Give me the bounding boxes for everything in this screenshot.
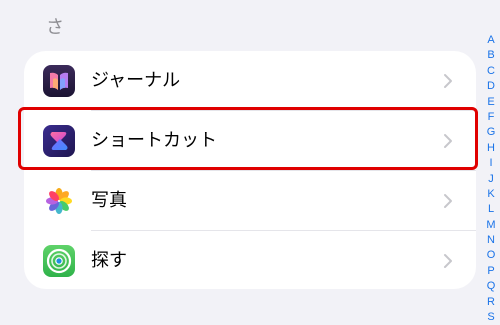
index-letter[interactable]: P [487,264,494,279]
index-letter[interactable]: O [487,248,496,263]
index-letter[interactable]: S [487,310,494,325]
find-my-app-icon [43,245,75,277]
alphabet-index[interactable]: ABCDEFGHIJKLMNOPQRS [484,33,498,325]
index-letter[interactable]: C [487,64,495,79]
journal-app-icon [43,65,75,97]
list-item-shortcuts[interactable]: ショートカット [24,111,476,171]
index-letter[interactable]: E [487,95,494,110]
index-letter[interactable]: A [487,33,494,48]
app-list-card: ジャーナル ショートカット 写真 探す [24,51,476,289]
shortcuts-app-icon [43,125,75,157]
chevron-right-icon [442,193,454,209]
index-letter[interactable]: L [488,202,494,217]
index-letter[interactable]: J [488,172,494,187]
index-letter[interactable]: D [487,79,495,94]
index-letter[interactable]: N [487,233,495,248]
index-letter[interactable]: I [489,156,492,171]
list-item-label: 写真 [91,190,127,211]
list-item-journal[interactable]: ジャーナル [24,51,476,111]
index-letter[interactable]: R [487,295,495,310]
chevron-right-icon [442,73,454,89]
index-letter[interactable]: Q [487,279,496,294]
section-header: さ [46,17,64,38]
chevron-right-icon [442,133,454,149]
chevron-right-icon [442,253,454,269]
photos-app-icon [43,185,75,217]
index-letter[interactable]: B [487,48,494,63]
list-item-photos[interactable]: 写真 [24,171,476,231]
list-item-find-my[interactable]: 探す [24,231,476,289]
index-letter[interactable]: H [487,141,495,156]
list-item-label: 探す [91,250,127,271]
index-letter[interactable]: G [487,125,496,140]
list-item-label: ジャーナル [91,70,181,91]
index-letter[interactable]: F [488,110,495,125]
index-letter[interactable]: K [487,187,494,202]
list-item-label: ショートカット [91,130,217,151]
index-letter[interactable]: M [486,218,495,233]
